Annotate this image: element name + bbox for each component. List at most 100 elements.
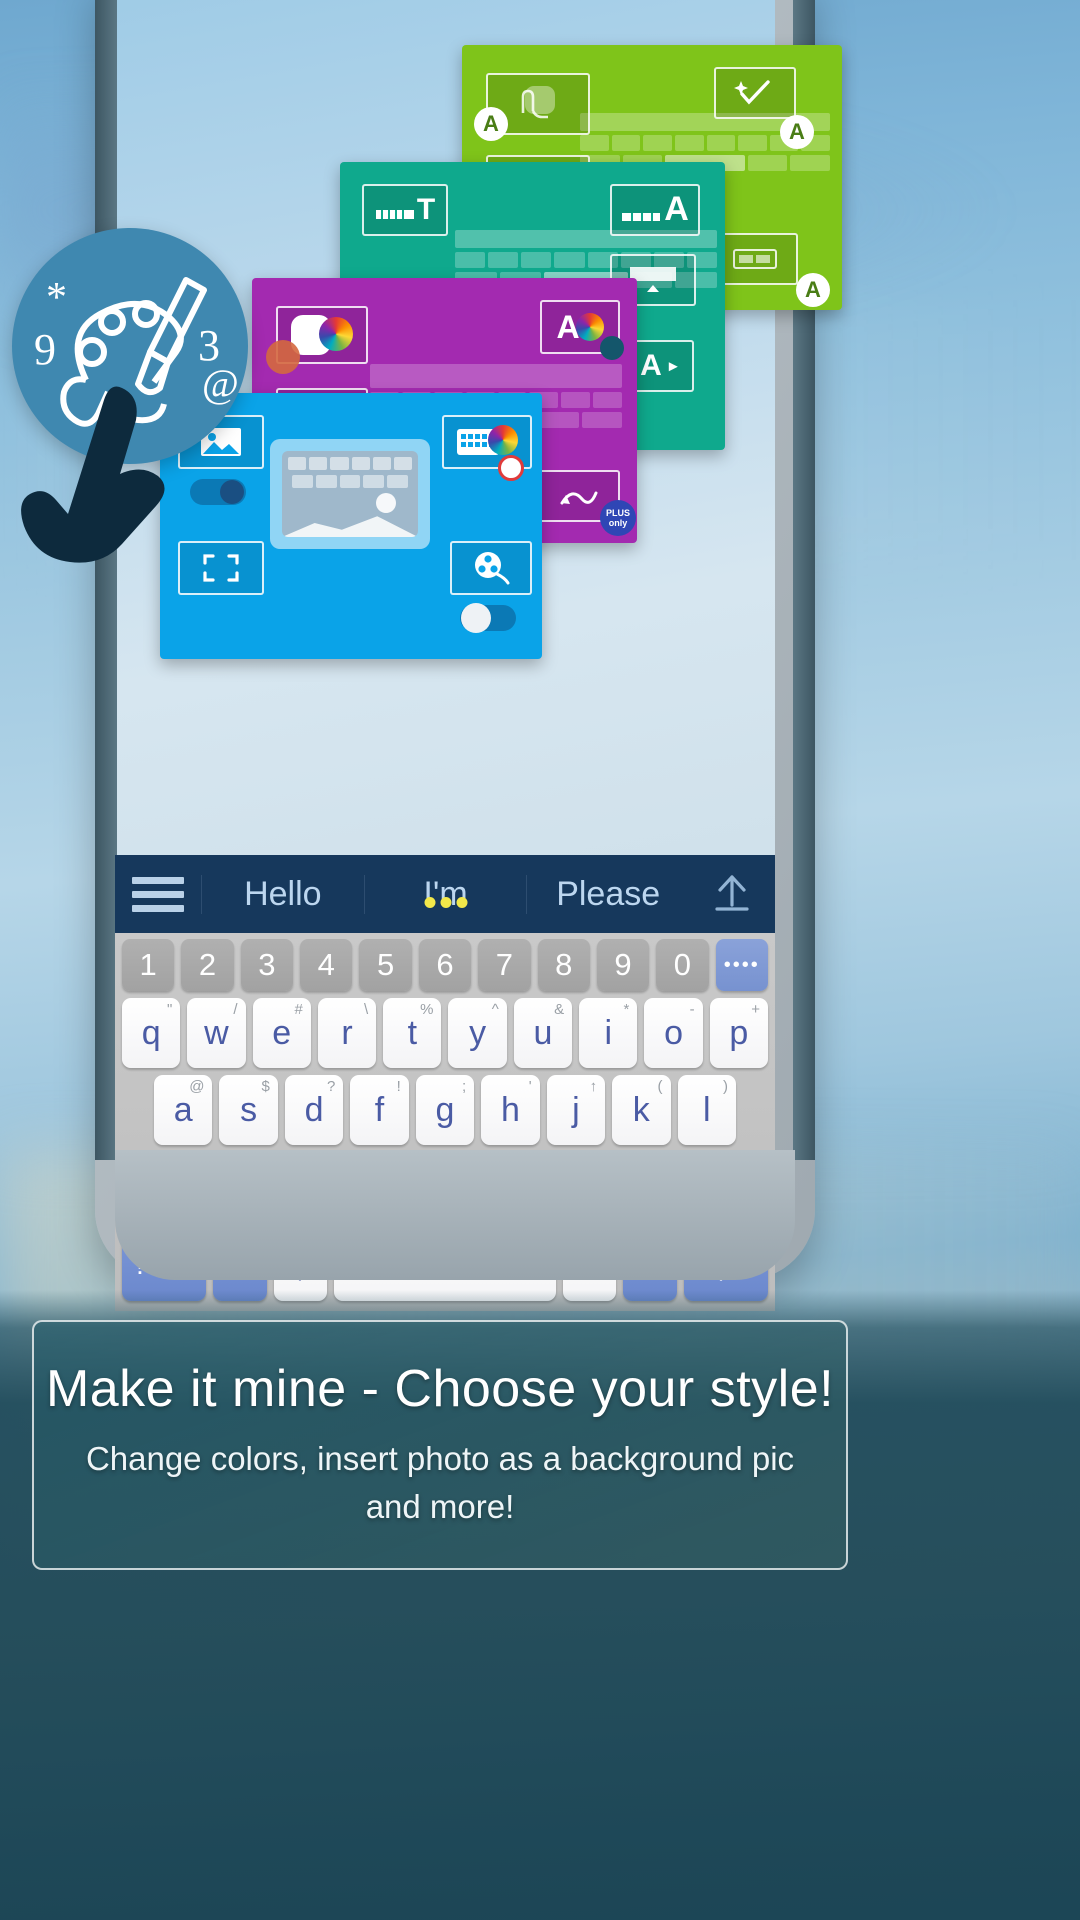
key-8[interactable]: 8 bbox=[537, 939, 590, 991]
key-f-sup: ! bbox=[396, 1078, 401, 1095]
key-w-label: w bbox=[204, 1013, 229, 1052]
key-o[interactable]: -o bbox=[644, 998, 703, 1068]
key-g[interactable]: ; g bbox=[415, 1075, 475, 1145]
key-a-label: a bbox=[173, 1090, 193, 1129]
key-y-label: y bbox=[469, 1013, 487, 1052]
fullscreen-tile[interactable] bbox=[178, 541, 264, 595]
key-l-sup: ) bbox=[722, 1078, 728, 1095]
key-k[interactable]: (k bbox=[612, 1075, 671, 1145]
key-q[interactable]: " q bbox=[122, 998, 181, 1068]
text-size-a-tile[interactable]: A bbox=[610, 184, 700, 236]
key-s-label: s bbox=[240, 1090, 258, 1129]
suggestion-active-dots bbox=[424, 896, 467, 908]
key-l[interactable]: ) l bbox=[677, 1075, 736, 1145]
key-f[interactable]: ! f bbox=[350, 1075, 409, 1145]
no-color-dot bbox=[498, 455, 524, 481]
text-size-t-tile[interactable]: T bbox=[362, 184, 448, 236]
key-s-sup: $ bbox=[261, 1078, 270, 1095]
keyboard-row-a: @ a $ s ? d ! f ; g ' h ↑ j (k ) l bbox=[122, 1075, 768, 1145]
key-u[interactable]: & u bbox=[513, 998, 573, 1068]
key-t-sup: % bbox=[420, 1001, 434, 1018]
swipe-trail-icon bbox=[560, 491, 598, 505]
settings-card-blue[interactable] bbox=[160, 393, 542, 659]
key-q-label: q bbox=[141, 1013, 161, 1052]
keyboard-row-q: " q / w # e \ r % t ^ y & u * i -o + p bbox=[122, 998, 768, 1068]
handwriting-icon bbox=[521, 86, 555, 119]
key-a-sup: @ bbox=[189, 1078, 205, 1095]
key-4[interactable]: 4 bbox=[300, 939, 353, 991]
key-g-label: g bbox=[435, 1090, 455, 1129]
badge-a-banner: A bbox=[796, 273, 830, 307]
key-w[interactable]: / w bbox=[187, 998, 246, 1068]
key-y-sup: ^ bbox=[491, 1001, 499, 1018]
key-h-label: h bbox=[500, 1090, 520, 1129]
key-1[interactable]: 1 bbox=[122, 939, 175, 991]
key-q-sup: " bbox=[166, 1001, 173, 1018]
key-d-label: d bbox=[304, 1090, 324, 1129]
measure-icon bbox=[622, 212, 661, 221]
key-5[interactable]: 5 bbox=[359, 939, 412, 991]
plus-only-badge: PLUS only bbox=[600, 500, 636, 536]
key-6[interactable]: 6 bbox=[418, 939, 472, 991]
accent-dot bbox=[266, 340, 300, 374]
key-e[interactable]: # e bbox=[252, 998, 311, 1068]
key-r-sup: \ bbox=[364, 1001, 369, 1018]
key-0[interactable]: 0 bbox=[656, 939, 709, 991]
key-i[interactable]: * i bbox=[579, 998, 638, 1068]
key-more-symbols[interactable]: •••• bbox=[715, 939, 768, 991]
film-reel-toggle[interactable] bbox=[460, 603, 516, 633]
suggestion-word-0[interactable]: Hello bbox=[201, 874, 364, 914]
caption-box: Make it mine - Choose your style! Change… bbox=[32, 1320, 848, 1570]
key-h[interactable]: ' h bbox=[481, 1075, 540, 1145]
hamburger-menu-icon[interactable] bbox=[115, 876, 201, 912]
key-r[interactable]: \ r bbox=[317, 998, 377, 1068]
key-j[interactable]: ↑ j bbox=[546, 1075, 606, 1145]
key-e-label: e bbox=[272, 1013, 292, 1052]
key-p-label: p bbox=[729, 1013, 749, 1052]
fullscreen-icon bbox=[203, 554, 239, 582]
text-size-t-label: T bbox=[416, 193, 436, 226]
measure-icon bbox=[375, 210, 414, 219]
key-3[interactable]: 3 bbox=[240, 939, 294, 991]
suggestion-word-1[interactable]: I'm bbox=[363, 874, 527, 914]
magic-check-tile[interactable] bbox=[714, 67, 796, 119]
key-o-label: o bbox=[664, 1013, 683, 1052]
pointing-hand-icon bbox=[21, 386, 165, 563]
key-9[interactable]: 9 bbox=[596, 939, 650, 991]
key-s[interactable]: $ s bbox=[219, 1075, 278, 1145]
caption-subtitle: Change colors, insert photo as a backgro… bbox=[85, 1440, 795, 1525]
accent-dot-2 bbox=[600, 336, 624, 360]
key-i-label: i bbox=[604, 1013, 612, 1052]
key-k-label: k bbox=[632, 1090, 650, 1129]
key-width-a-label: A bbox=[640, 349, 662, 382]
key-y[interactable]: ^ y bbox=[448, 998, 507, 1068]
background-photo-toggle[interactable] bbox=[190, 479, 246, 505]
key-t[interactable]: % t bbox=[383, 998, 442, 1068]
film-reel-tile[interactable] bbox=[450, 541, 532, 595]
key-r-label: r bbox=[341, 1013, 353, 1052]
keyboard-color-icon bbox=[456, 425, 518, 459]
key-2[interactable]: 2 bbox=[181, 939, 234, 991]
badge-a-magic: A bbox=[780, 115, 814, 149]
key-a[interactable]: @ a bbox=[154, 1075, 213, 1145]
banner-icon bbox=[733, 249, 777, 269]
key-j-label: j bbox=[572, 1090, 580, 1129]
phone-edge-left bbox=[95, 0, 117, 1160]
key-h-sup: ' bbox=[528, 1078, 532, 1095]
key-p-sup: + bbox=[751, 1001, 760, 1018]
key-p[interactable]: + p bbox=[709, 998, 768, 1068]
key-f-label: f bbox=[374, 1090, 385, 1129]
film-reel-icon bbox=[475, 552, 510, 585]
key-t-label: t bbox=[407, 1013, 418, 1052]
key-l-label: l bbox=[702, 1090, 711, 1129]
arrow-up-icon[interactable] bbox=[689, 871, 775, 917]
suggestion-word-2[interactable]: Please bbox=[526, 874, 689, 914]
badge-a-handwriting: A bbox=[474, 107, 508, 141]
key-o-sup: - bbox=[689, 1001, 695, 1018]
key-7[interactable]: 7 bbox=[478, 939, 531, 991]
magic-check-icon bbox=[734, 80, 770, 105]
key-d[interactable]: ? d bbox=[284, 1075, 344, 1145]
key-k-sup: ( bbox=[657, 1078, 663, 1095]
theme-color-icon bbox=[291, 315, 353, 355]
key-g-sup: ; bbox=[462, 1078, 467, 1095]
